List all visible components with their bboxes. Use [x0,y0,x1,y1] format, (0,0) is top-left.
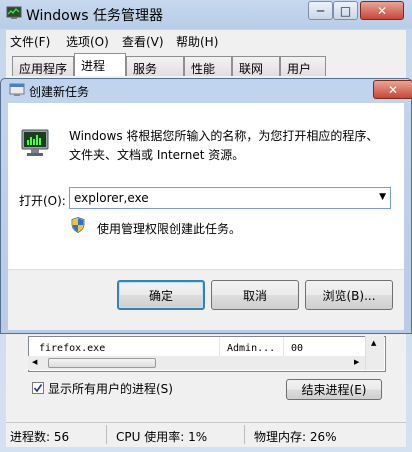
tab-applications[interactable]: 应用程序 [12,56,74,76]
dropdown-arrow-icon[interactable]: ▼ [379,192,386,202]
tab-strip: 应用程序 进程 服务 性能 联网 用户 [6,50,406,77]
browse-button[interactable]: 浏览(B)... [305,280,393,310]
open-combobox[interactable]: ▼ [69,187,391,209]
maximize-button[interactable]: □ [333,1,358,20]
dialog-close-icon[interactable]: ✕ [373,80,412,99]
admin-note: 使用管理权限创建此任务。 [97,222,242,236]
scroll-right-icon[interactable]: ▶ [354,358,359,366]
process-cpu: 00 [291,343,304,354]
status-memory: 物理内存: 26% [254,430,337,444]
status-bar: 进程数: 56 CPU 使用率: 1% 物理内存: 26% [6,422,406,447]
process-name[interactable]: firefox.exe [39,343,105,354]
menu-options[interactable]: 选项(O) [66,33,109,50]
dialog-description-line2: 文件夹、文档或 Internet 资源。 [69,148,245,162]
dialog-description-line1: Windows 将根据您所输入的名称，为您打开相应的程序、 [69,129,379,143]
show-all-label: 显示所有用户的进程(S) [48,382,173,396]
dialog-icon [9,83,25,97]
show-all-checkbox[interactable] [32,382,44,394]
open-label: 打开(O): [19,194,66,208]
status-divider [106,425,107,444]
horizontal-scrollbar[interactable]: ◀ ▶ [28,356,365,370]
tab-services[interactable]: 服务 [126,56,184,76]
uac-shield-icon [71,217,85,233]
end-process-button[interactable]: 结束进程(E) [286,379,382,400]
status-cpu-usage: CPU 使用率: 1% [116,430,208,444]
scroll-up-icon[interactable]: ▲ [371,339,376,347]
scroll-left-icon[interactable]: ◀ [32,358,37,366]
scroll-thumb[interactable] [48,358,156,368]
tab-performance[interactable]: 性能 [184,56,232,76]
tab-processes[interactable]: 进程 [74,53,126,77]
close-button[interactable]: ✕ [360,1,404,20]
menu-file[interactable]: 文件(F) [10,33,50,50]
status-divider [244,425,245,444]
tab-networking[interactable]: 联网 [232,56,280,76]
tab-users[interactable]: 用户 [280,56,326,76]
window-title: Windows 任务管理器 [26,8,163,24]
column-divider [283,337,284,357]
process-user: Admin... [227,343,276,354]
minimize-button[interactable]: ─ [308,1,333,20]
menu-help[interactable]: 帮助(H) [176,33,218,50]
vertical-scrollbar[interactable]: ▲ [365,336,384,370]
cancel-button[interactable]: 取消 [211,280,299,310]
menu-view[interactable]: 查看(V) [122,33,164,50]
column-divider [219,337,220,357]
task-manager-icon [6,5,22,21]
ok-button[interactable]: 确定 [117,280,205,310]
menu-bar: 文件(F) 选项(O) 查看(V) 帮助(H) [6,30,406,50]
dialog-title: 创建新任务 [29,85,90,99]
open-input[interactable] [70,188,368,208]
run-program-icon [19,127,51,159]
create-task-dialog: 创建新任务 ✕ Windows 将根据您所输入的名称，为您打开相应的程序、 文件… [0,78,412,334]
status-process-count: 进程数: 56 [10,430,70,444]
